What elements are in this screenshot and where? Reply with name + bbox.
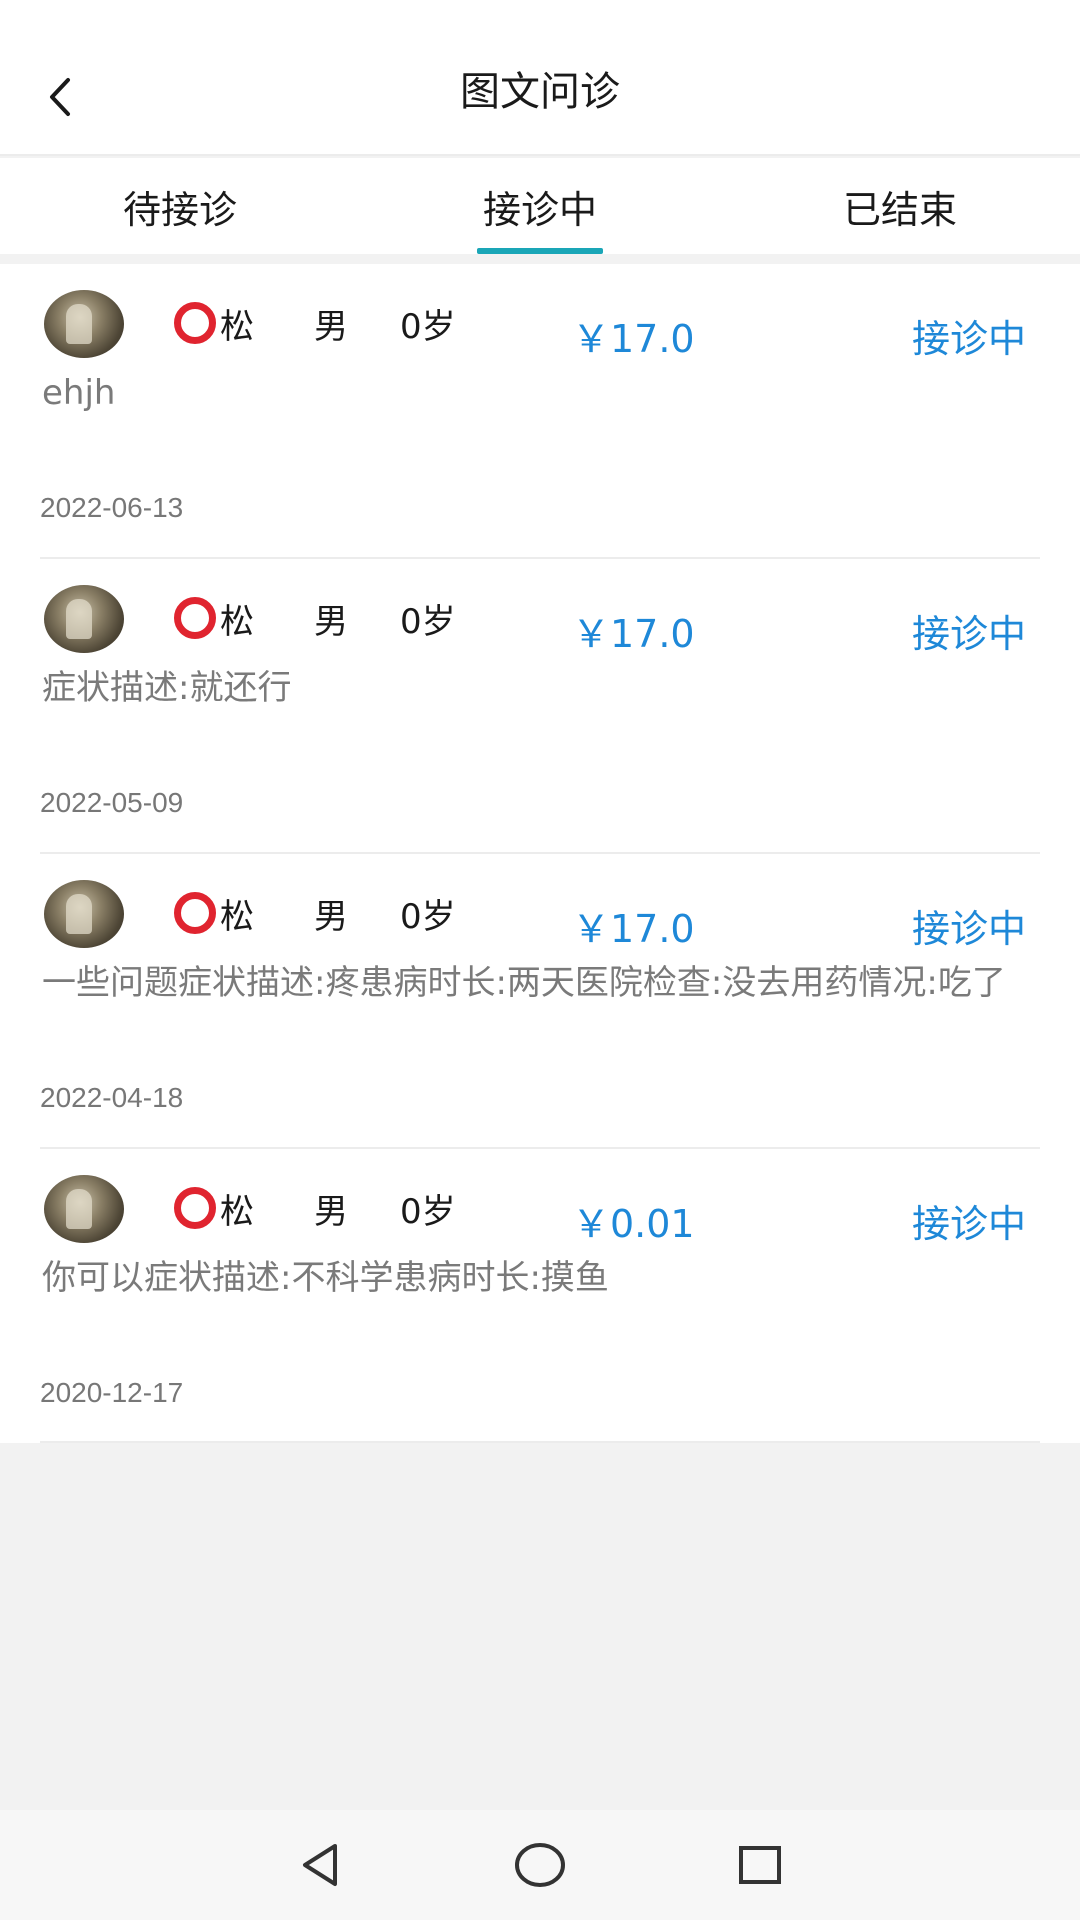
- patient-age: 0岁: [400, 1191, 456, 1232]
- consultation-card[interactable]: 松 男 0岁 ￥17.0 接诊中 症状描述:就还行 2022-05-09: [40, 559, 1040, 854]
- tab-finished[interactable]: 已结束: [720, 158, 1080, 254]
- date: 2022-05-09: [40, 787, 184, 818]
- patient-gender: 男: [314, 306, 348, 347]
- red-circle-icon: [174, 1187, 216, 1229]
- patient-age: 0岁: [400, 601, 456, 642]
- app-root: 图文问诊 待接诊 接诊中 已结束 松 男 0岁 ￥17.0 接诊中 ehjh 2…: [0, 0, 1080, 1920]
- patient-info: 松 男 0岁: [174, 1183, 456, 1233]
- tab-bar: 待接诊 接诊中 已结束: [0, 158, 1080, 254]
- patient-info: 松 男 0岁: [174, 888, 456, 938]
- patient-name: 松: [220, 306, 254, 347]
- description: 你可以症状描述:不科学患病时长:摸鱼: [42, 1258, 609, 1298]
- square-recent-icon: [739, 1846, 781, 1884]
- patient-info: 松 男 0岁: [174, 593, 456, 643]
- nav-recent-button[interactable]: [730, 1835, 790, 1895]
- consultation-card[interactable]: 松 男 0岁 ￥0.01 接诊中 你可以症状描述:不科学患病时长:摸鱼 2020…: [40, 1149, 1040, 1443]
- avatar: [44, 290, 124, 358]
- patient-info: 松 男 0岁: [174, 298, 456, 348]
- header: 图文问诊: [0, 0, 1080, 156]
- date: 2022-06-13: [40, 492, 184, 523]
- patient-age: 0岁: [400, 306, 456, 347]
- tab-label: 待接诊: [122, 187, 237, 232]
- description: 症状描述:就还行: [42, 668, 292, 708]
- description: ehjh: [42, 373, 116, 413]
- status-label: 接诊中: [911, 907, 1026, 951]
- status-label: 接诊中: [911, 317, 1026, 361]
- nav-back-button[interactable]: [290, 1835, 350, 1895]
- nav-home-button[interactable]: [510, 1835, 570, 1895]
- tab-in-progress[interactable]: 接诊中: [360, 158, 720, 254]
- price: ￥0.01: [572, 1202, 695, 1246]
- tab-label: 已结束: [842, 187, 957, 232]
- avatar: [44, 1175, 124, 1243]
- consultation-list: 松 男 0岁 ￥17.0 接诊中 ehjh 2022-06-13 松 男 0岁 …: [0, 264, 1080, 1443]
- red-circle-icon: [174, 302, 216, 344]
- patient-gender: 男: [314, 1191, 348, 1232]
- triangle-back-icon: [303, 1844, 337, 1886]
- price: ￥17.0: [572, 317, 695, 361]
- patient-gender: 男: [314, 601, 348, 642]
- price: ￥17.0: [572, 612, 695, 656]
- red-circle-icon: [174, 892, 216, 934]
- status-label: 接诊中: [911, 1202, 1026, 1246]
- avatar: [44, 585, 124, 653]
- description: 一些问题症状描述:疼患病时长:两天医院检查:没去用药情况:吃了: [42, 963, 1006, 1003]
- avatar: [44, 880, 124, 948]
- circle-home-icon: [515, 1843, 565, 1887]
- patient-age: 0岁: [400, 896, 456, 937]
- consultation-card[interactable]: 松 男 0岁 ￥17.0 接诊中 一些问题症状描述:疼患病时长:两天医院检查:没…: [40, 854, 1040, 1149]
- system-nav-bar: [0, 1810, 1080, 1920]
- consultation-card[interactable]: 松 男 0岁 ￥17.0 接诊中 ehjh 2022-06-13: [40, 264, 1040, 559]
- patient-gender: 男: [314, 896, 348, 937]
- page-title: 图文问诊: [460, 69, 620, 115]
- tab-separator: [0, 254, 1080, 264]
- tab-pending[interactable]: 待接诊: [0, 158, 360, 254]
- date: 2022-04-18: [40, 1082, 184, 1113]
- tab-label: 接诊中: [482, 187, 597, 232]
- price: ￥17.0: [572, 907, 695, 951]
- status-label: 接诊中: [911, 612, 1026, 656]
- red-circle-icon: [174, 597, 216, 639]
- patient-name: 松: [220, 601, 254, 642]
- patient-name: 松: [220, 1191, 254, 1232]
- date: 2020-12-17: [40, 1377, 184, 1408]
- patient-name: 松: [220, 896, 254, 937]
